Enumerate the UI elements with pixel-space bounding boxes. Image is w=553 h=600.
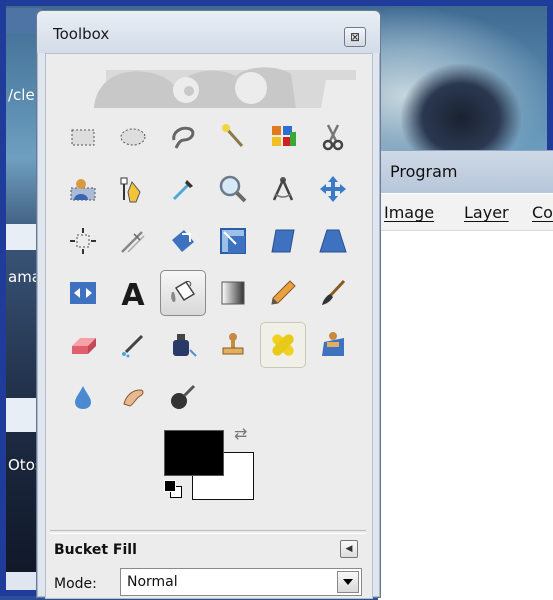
align-icon xyxy=(70,228,96,254)
rect-select-icon xyxy=(71,129,95,146)
clone-stamp-icon xyxy=(222,333,244,355)
bandage-icon xyxy=(272,334,294,356)
tool-options-title: Bucket Fill xyxy=(54,542,137,558)
close-button[interactable]: ⊠ xyxy=(344,27,366,47)
triangle-left-icon: ◀ xyxy=(345,544,353,554)
airbrush-icon xyxy=(122,334,144,358)
tool-options-menu-button[interactable]: ◀ xyxy=(340,540,358,558)
toolbox-content: A ⇄ Bucket Fill ◀ Mode: Normal xyxy=(45,53,373,599)
fuzzy-select-tool[interactable] xyxy=(210,114,256,160)
pencil-tool[interactable] xyxy=(260,270,306,316)
text-tool[interactable]: A xyxy=(110,270,156,316)
water-drop-icon xyxy=(75,386,91,409)
tool-options-divider[interactable] xyxy=(50,530,366,534)
rotate-tool[interactable] xyxy=(160,218,206,264)
heal-tool[interactable] xyxy=(260,322,306,368)
foreground-select-tool[interactable] xyxy=(60,166,106,212)
compass-icon xyxy=(272,177,294,201)
smudge-finger-icon xyxy=(123,389,144,407)
dodge-burn-tool[interactable] xyxy=(160,374,206,420)
zoom-tool[interactable] xyxy=(210,166,256,212)
default-colors-icon[interactable] xyxy=(164,480,176,492)
ink-bottle-icon xyxy=(173,334,197,357)
mode-dropdown-button[interactable] xyxy=(337,571,359,593)
perspective-icon xyxy=(319,229,347,253)
shear-icon xyxy=(271,229,295,253)
airbrush-tool[interactable] xyxy=(110,322,156,368)
toolbox-title: Toolbox xyxy=(53,25,110,43)
blend-tool[interactable] xyxy=(210,270,256,316)
perspective-clone-tool[interactable] xyxy=(310,322,356,368)
ink-tool[interactable] xyxy=(160,322,206,368)
svg-text:A: A xyxy=(121,278,145,308)
lasso-icon xyxy=(172,126,195,149)
text-a-icon: A xyxy=(121,278,145,308)
paintbrush-tool[interactable] xyxy=(310,270,356,316)
background-window-titlebar[interactable]: Program xyxy=(378,150,553,193)
flip-icon xyxy=(70,282,96,304)
bg-window-text-1: /cle xyxy=(8,86,35,104)
move-tool[interactable] xyxy=(310,166,356,212)
background-window-title: Program xyxy=(390,162,458,181)
wilber-logo xyxy=(94,67,360,108)
measure-tool[interactable] xyxy=(260,166,306,212)
rect-select-tool[interactable] xyxy=(60,114,106,160)
foreground-color-swatch[interactable] xyxy=(164,430,224,476)
scissors-icon xyxy=(322,124,344,151)
mode-select-value: Normal xyxy=(127,574,178,590)
close-icon: ⊠ xyxy=(349,30,361,44)
rotate-icon xyxy=(172,230,194,252)
clone-tool[interactable] xyxy=(210,322,256,368)
crop-tool[interactable] xyxy=(110,218,156,264)
paths-tool[interactable] xyxy=(110,166,156,212)
free-select-tool[interactable] xyxy=(160,114,206,160)
perspective-tool[interactable] xyxy=(310,218,356,264)
color-area: ⇄ xyxy=(164,424,260,522)
background-program-window[interactable]: Program Image Layer Co xyxy=(378,150,553,600)
crop-knife-icon xyxy=(121,231,145,253)
menu-colors[interactable]: Co xyxy=(532,203,553,222)
ellipse-select-tool[interactable] xyxy=(110,114,156,160)
gradient-icon xyxy=(221,281,245,305)
magnifier-icon xyxy=(219,175,247,203)
dodge-burn-icon xyxy=(171,384,196,409)
foreground-select-icon xyxy=(70,179,96,201)
align-tool[interactable] xyxy=(60,218,106,264)
scale-tool[interactable] xyxy=(210,218,256,264)
flip-tool[interactable] xyxy=(60,270,106,316)
color-picker-tool[interactable] xyxy=(160,166,206,212)
bucket-fill-tool[interactable] xyxy=(160,270,206,316)
swap-colors-icon[interactable]: ⇄ xyxy=(234,424,247,443)
mode-select[interactable]: Normal xyxy=(120,568,362,596)
menu-layer[interactable]: Layer xyxy=(464,203,509,222)
ellipse-select-icon xyxy=(120,128,146,146)
select-by-color-tool[interactable] xyxy=(260,114,306,160)
desktop-tree xyxy=(401,64,521,154)
eyedropper-icon xyxy=(172,180,193,201)
smudge-tool[interactable] xyxy=(110,374,156,420)
shear-tool[interactable] xyxy=(260,218,306,264)
pencil-icon xyxy=(271,280,296,305)
mode-label: Mode: xyxy=(54,576,97,592)
chevron-down-icon xyxy=(343,579,353,585)
move-icon xyxy=(320,176,346,202)
toolbox-titlebar[interactable]: Toolbox ⊠ xyxy=(37,11,380,53)
perspective-clone-icon xyxy=(322,332,344,356)
toolbox-window: Toolbox ⊠ A ⇄ Bucket Fill ◀ Mode: Normal xyxy=(36,10,381,599)
blur-sharpen-tool[interactable] xyxy=(60,374,106,420)
menu-image[interactable]: Image xyxy=(384,203,434,222)
eraser-icon xyxy=(72,338,96,354)
scale-icon xyxy=(220,228,246,254)
background-window-menubar: Image Layer Co xyxy=(378,194,553,231)
scissors-select-tool[interactable] xyxy=(310,114,356,160)
paintbrush-icon xyxy=(322,279,346,305)
bucket-fill-icon xyxy=(171,280,196,302)
select-by-color-icon xyxy=(272,126,296,146)
paths-icon xyxy=(120,177,141,203)
magic-wand-icon xyxy=(222,124,244,147)
eraser-tool[interactable] xyxy=(60,322,106,368)
